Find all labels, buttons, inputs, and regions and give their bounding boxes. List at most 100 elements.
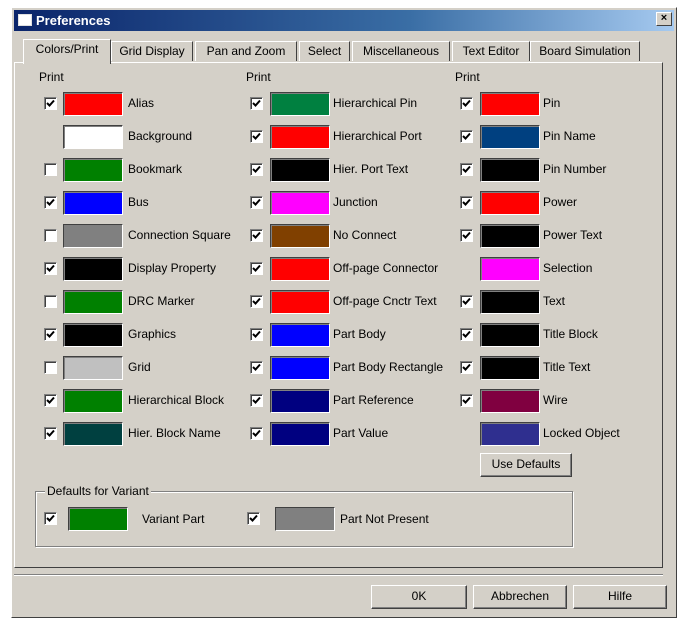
alias-color-swatch[interactable] — [63, 92, 123, 116]
pin-color-swatch[interactable] — [480, 92, 540, 116]
variant-group-label: Defaults for Variant — [45, 484, 151, 498]
connection-square-print-checkbox[interactable] — [44, 229, 57, 242]
off-page-connector-color-swatch[interactable] — [270, 257, 330, 281]
grid-color-swatch[interactable] — [63, 356, 123, 380]
part-value-color-swatch[interactable] — [270, 422, 330, 446]
no-connect-label: No Connect — [333, 228, 397, 242]
hier-block-name-color-swatch[interactable] — [63, 422, 123, 446]
power-text-color-swatch[interactable] — [480, 224, 540, 248]
window-icon — [18, 14, 32, 26]
tab-board-simulation[interactable]: Board Simulation — [530, 41, 640, 61]
part-value-label: Part Value — [333, 426, 389, 440]
hierarchical-pin-color-swatch[interactable] — [270, 92, 330, 116]
power-label: Power — [543, 195, 578, 209]
part-not-present-checkbox[interactable] — [247, 512, 260, 525]
part-value-print-checkbox[interactable] — [250, 427, 263, 440]
bus-label: Bus — [128, 195, 149, 209]
display-property-print-checkbox[interactable] — [44, 262, 57, 275]
wire-print-checkbox[interactable] — [460, 394, 473, 407]
bookmark-print-checkbox[interactable] — [44, 163, 57, 176]
close-button[interactable]: × — [656, 12, 672, 26]
power-text-label: Power Text — [543, 228, 603, 242]
hierarchical-port-print-checkbox[interactable] — [250, 130, 263, 143]
part-body-color-swatch[interactable] — [270, 323, 330, 347]
background-color-swatch[interactable] — [63, 125, 123, 149]
bookmark-color-swatch[interactable] — [63, 158, 123, 182]
graphics-color-swatch[interactable] — [63, 323, 123, 347]
title-block-label: Title Block — [543, 327, 598, 341]
part-body-rectangle-color-swatch[interactable] — [270, 356, 330, 380]
help-button[interactable]: Hilfe — [573, 585, 667, 609]
variant-part-checkbox[interactable] — [44, 512, 57, 525]
variant-part-swatch[interactable] — [68, 507, 128, 531]
ok-button[interactable]: 0K — [371, 585, 467, 609]
grid-print-checkbox[interactable] — [44, 361, 57, 374]
display-property-color-swatch[interactable] — [63, 257, 123, 281]
print-column-header: Print — [455, 70, 480, 84]
part-body-rectangle-print-checkbox[interactable] — [250, 361, 263, 374]
button-separator — [14, 574, 663, 576]
pin-name-print-checkbox[interactable] — [460, 130, 473, 143]
title-block-print-checkbox[interactable] — [460, 328, 473, 341]
graphics-print-checkbox[interactable] — [44, 328, 57, 341]
tab-select[interactable]: Select — [299, 41, 350, 61]
off-page-cnctr-text-print-checkbox[interactable] — [250, 295, 263, 308]
title-text-color-swatch[interactable] — [480, 356, 540, 380]
wire-color-swatch[interactable] — [480, 389, 540, 413]
selection-color-swatch[interactable] — [480, 257, 540, 281]
pin-print-checkbox[interactable] — [460, 97, 473, 110]
text-color-swatch[interactable] — [480, 290, 540, 314]
off-page-connector-label: Off-page Connector — [333, 261, 439, 275]
no-connect-color-swatch[interactable] — [270, 224, 330, 248]
hier-block-name-print-checkbox[interactable] — [44, 427, 57, 440]
connection-square-label: Connection Square — [128, 228, 231, 242]
hierarchical-port-color-swatch[interactable] — [270, 125, 330, 149]
power-print-checkbox[interactable] — [460, 196, 473, 209]
bus-color-swatch[interactable] — [63, 191, 123, 215]
pin-number-color-swatch[interactable] — [480, 158, 540, 182]
title-bar[interactable]: Preferences × — [14, 10, 674, 31]
part-not-present-swatch[interactable] — [275, 507, 335, 531]
power-color-swatch[interactable] — [480, 191, 540, 215]
use-defaults-button[interactable]: Use Defaults — [480, 453, 572, 477]
pin-name-color-swatch[interactable] — [480, 125, 540, 149]
variant-part-label: Variant Part — [142, 512, 205, 526]
tab-pan-and-zoom[interactable]: Pan and Zoom — [195, 41, 297, 61]
pin-number-print-checkbox[interactable] — [460, 163, 473, 176]
tab-text-editor[interactable]: Text Editor — [452, 41, 530, 61]
drc-marker-color-swatch[interactable] — [63, 290, 123, 314]
no-connect-print-checkbox[interactable] — [250, 229, 263, 242]
hierarchical-block-print-checkbox[interactable] — [44, 394, 57, 407]
tab-colors-print[interactable]: Colors/Print — [23, 39, 111, 64]
title-block-color-swatch[interactable] — [480, 323, 540, 347]
part-body-print-checkbox[interactable] — [250, 328, 263, 341]
connection-square-color-swatch[interactable] — [63, 224, 123, 248]
power-text-print-checkbox[interactable] — [460, 229, 473, 242]
part-reference-color-swatch[interactable] — [270, 389, 330, 413]
background-label: Background — [128, 129, 193, 143]
junction-print-checkbox[interactable] — [250, 196, 263, 209]
text-print-checkbox[interactable] — [460, 295, 473, 308]
tab-miscellaneous[interactable]: Miscellaneous — [352, 41, 450, 61]
title-text-print-checkbox[interactable] — [460, 361, 473, 374]
graphics-label: Graphics — [128, 327, 177, 341]
hier-port-text-print-checkbox[interactable] — [250, 163, 263, 176]
cancel-button[interactable]: Abbrechen — [473, 585, 567, 609]
off-page-cnctr-text-label: Off-page Cnctr Text — [333, 294, 437, 308]
hier-block-name-label: Hier. Block Name — [128, 426, 221, 440]
hierarchical-block-color-swatch[interactable] — [63, 389, 123, 413]
off-page-connector-print-checkbox[interactable] — [250, 262, 263, 275]
hier-port-text-label: Hier. Port Text — [333, 162, 409, 176]
hier-port-text-color-swatch[interactable] — [270, 158, 330, 182]
part-reference-print-checkbox[interactable] — [250, 394, 263, 407]
alias-print-checkbox[interactable] — [44, 97, 57, 110]
print-column-header: Print — [246, 70, 271, 84]
hierarchical-pin-print-checkbox[interactable] — [250, 97, 263, 110]
drc-marker-print-checkbox[interactable] — [44, 295, 57, 308]
tab-grid-display[interactable]: Grid Display — [111, 41, 193, 61]
junction-color-swatch[interactable] — [270, 191, 330, 215]
off-page-cnctr-text-color-swatch[interactable] — [270, 290, 330, 314]
bus-print-checkbox[interactable] — [44, 196, 57, 209]
locked-object-color-swatch[interactable] — [480, 422, 540, 446]
pin-name-label: Pin Name — [543, 129, 596, 143]
